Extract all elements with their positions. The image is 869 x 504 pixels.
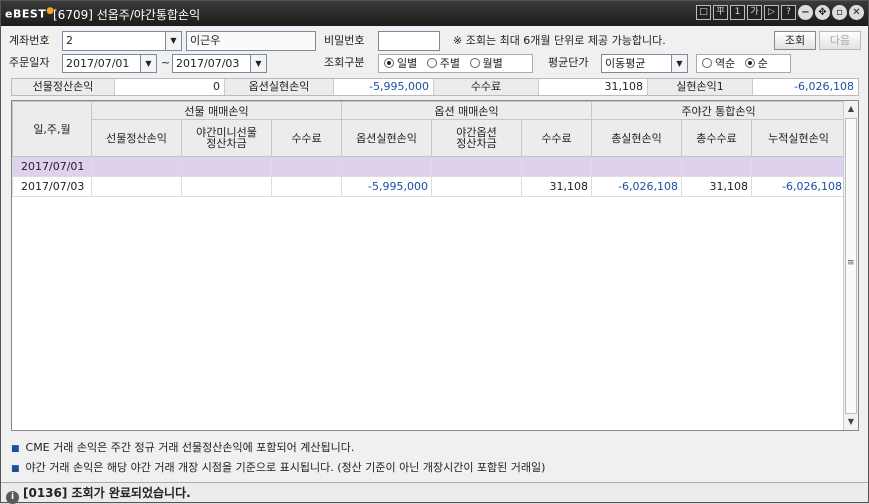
status-message: [0136] 조회가 완료되었습니다. <box>23 486 191 500</box>
close-icon[interactable]: ✕ <box>849 5 864 20</box>
avg-price-select[interactable]: 이동평균 ▼ <box>601 54 688 73</box>
radio-monthly[interactable]: 월별 <box>469 57 503 70</box>
summary-fee-label: 수수료 <box>434 79 539 95</box>
maximize-icon[interactable]: ▫ <box>832 5 847 20</box>
scroll-down-icon[interactable]: ▼ <box>844 415 858 429</box>
header-group-options: 옵션 매매손익 <box>341 101 592 120</box>
header-options-fee[interactable]: 수수료 <box>521 119 592 157</box>
summary-options-label: 옵션실현손익 <box>225 79 334 95</box>
password-label: 비밀번호 <box>324 34 365 47</box>
move-icon[interactable]: ✥ <box>815 5 830 20</box>
info-icon: i <box>6 491 19 504</box>
table-row[interactable]: 2017/07/03 -5,995,000 31,108 -6,026,108 … <box>12 176 846 197</box>
order-date-label: 주문일자 <box>9 56 50 69</box>
header-group-futures: 선물 매매손익 <box>91 101 342 120</box>
window-1-button[interactable]: 1 <box>730 5 745 20</box>
grip-icon: ≡ <box>847 258 855 268</box>
calendar-dropdown-icon[interactable]: ▼ <box>140 55 156 72</box>
account-name: 이근우 <box>186 31 316 51</box>
vertical-scrollbar[interactable]: ▲ ≡ ▼ <box>843 101 858 430</box>
help-button[interactable]: ? <box>781 5 796 20</box>
summary-options-value: -5,995,000 <box>334 79 434 95</box>
account-label: 계좌번호 <box>9 34 50 47</box>
password-input[interactable] <box>378 31 440 51</box>
title-bar: eBEST● [6709] 선옵주/야간통합손익 □ 平 1 가 ▷ ? − ✥… <box>1 1 868 26</box>
minimize-icon[interactable]: − <box>798 5 813 20</box>
header-night-mini-futures[interactable]: 야간미니선물 정산차금 <box>181 119 272 157</box>
font-size-button[interactable]: 가 <box>747 5 762 20</box>
query-button[interactable]: 조회 <box>774 31 816 50</box>
summary-futures-label: 선물정산손익 <box>12 79 115 95</box>
bullet-icon: ■ <box>11 464 20 474</box>
chevron-down-icon[interactable]: ▼ <box>671 55 687 72</box>
header-futures-fee[interactable]: 수수료 <box>271 119 342 157</box>
calendar-dropdown-icon[interactable]: ▼ <box>250 55 266 72</box>
link-button[interactable]: ▷ <box>764 5 779 20</box>
table-row[interactable]: 2017/07/01 <box>12 156 846 177</box>
chevron-down-icon[interactable]: ▼ <box>165 32 181 50</box>
radio-daily[interactable]: 일별 <box>384 57 417 70</box>
sort-order-group: 역순 순 <box>696 54 791 73</box>
pnl-grid: 일,주,월 선물 매매손익 옵션 매매손익 주야간 통합손익 선물정산손익 야간… <box>11 100 859 431</box>
date-range-separator: ~ <box>161 56 171 69</box>
query-type-label: 조회구분 <box>324 56 365 69</box>
query-notice: ※ 조회는 최대 6개월 단위로 제공 가능합니다. <box>453 34 666 47</box>
radio-weekly[interactable]: 주별 <box>426 57 460 70</box>
header-futures-settlement[interactable]: 선물정산손익 <box>91 119 182 157</box>
header-total-fee[interactable]: 총수수료 <box>681 119 752 157</box>
header-date[interactable]: 일,주,월 <box>12 101 92 157</box>
main-window: eBEST● [6709] 선옵주/야간통합손익 □ 平 1 가 ▷ ? − ✥… <box>0 0 869 504</box>
radio-ascending[interactable]: 순 <box>744 57 768 70</box>
window-mode-button[interactable]: □ <box>696 5 711 20</box>
summary-fee-value: 31,108 <box>539 79 648 95</box>
radio-descending[interactable]: 역순 <box>702 57 735 70</box>
scroll-up-icon[interactable]: ▲ <box>844 102 858 116</box>
summary-bar: 선물정산손익 0 옵션실현손익 -5,995,000 수수료 31,108 실현… <box>11 78 859 96</box>
next-button[interactable]: 다음 <box>819 31 861 50</box>
status-bar: i [0136] 조회가 완료되었습니다. <box>1 482 868 504</box>
account-select[interactable]: 2 ▼ <box>62 31 182 51</box>
query-type-group: 일별 주별 월별 <box>378 54 533 73</box>
window-flat-button[interactable]: 平 <box>713 5 728 20</box>
header-night-options[interactable]: 야간옵션 정산차금 <box>431 119 522 157</box>
header-group-total: 주야간 통합손익 <box>591 101 846 120</box>
header-cumulative-realized[interactable]: 누적실현손익 <box>751 119 846 157</box>
summary-realized-label: 실현손익1 <box>648 79 753 95</box>
window-title: [6709] 선옵주/야간통합손익 <box>53 8 201 22</box>
date-to-input[interactable]: 2017/07/03 ▼ <box>172 54 267 73</box>
date-from-input[interactable]: 2017/07/01 ▼ <box>62 54 157 73</box>
app-logo: eBEST● <box>5 6 55 21</box>
note-cme: ■ CME 거래 손익은 주간 정규 거래 선물정산손익에 포함되어 계산됩니다. <box>11 441 355 454</box>
summary-realized-value: -6,026,108 <box>794 80 854 93</box>
avg-price-label: 평균단가 <box>548 56 589 69</box>
header-options-realized[interactable]: 옵션실현손익 <box>341 119 432 157</box>
summary-futures-value: 0 <box>115 79 225 95</box>
bullet-icon: ■ <box>11 444 20 454</box>
header-total-realized[interactable]: 총실현손익 <box>591 119 682 157</box>
note-night: ■ 야간 거래 손익은 해당 야간 거래 개장 시점을 기준으로 표시됩니다. (… <box>11 461 546 474</box>
